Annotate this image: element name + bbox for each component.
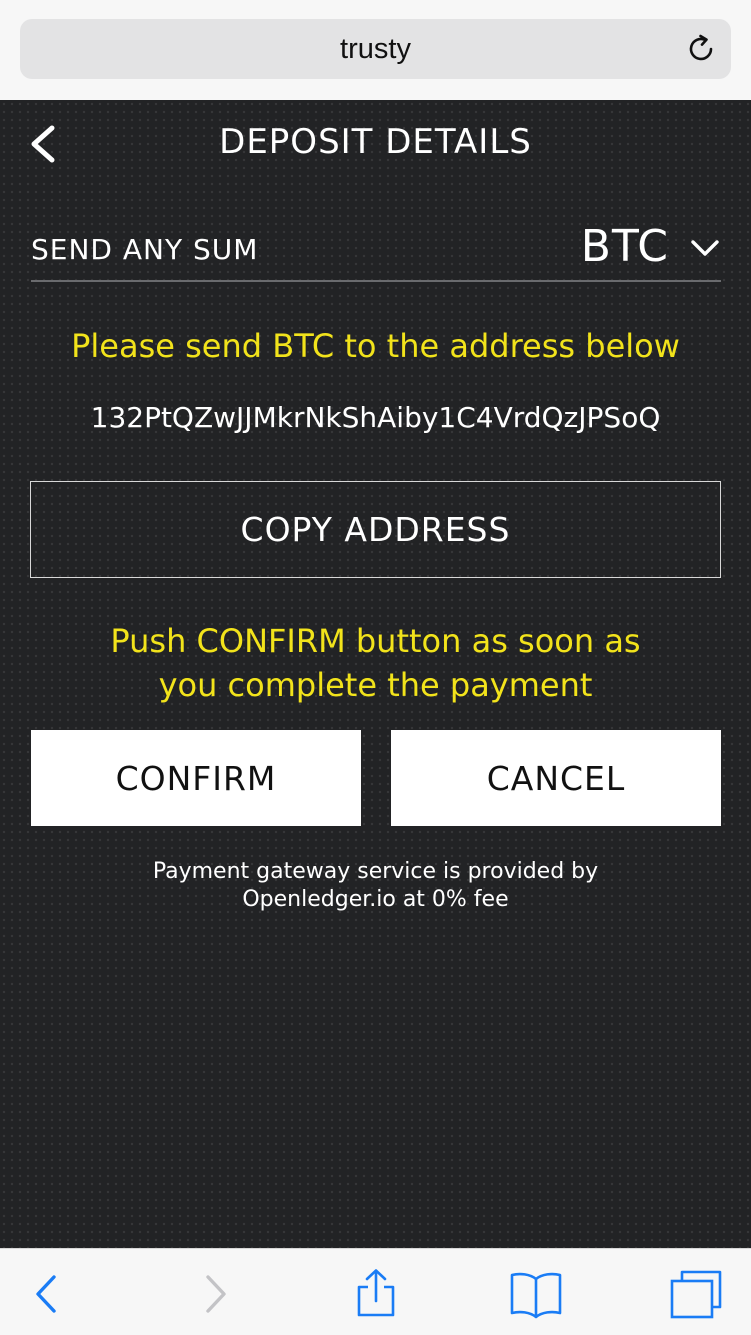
tabs-icon[interactable] — [668, 1269, 724, 1319]
send-sum-label: SEND ANY SUM — [31, 233, 259, 266]
reload-icon[interactable] — [685, 33, 717, 65]
page-title: DEPOSIT DETAILS — [219, 122, 532, 162]
coin-select-value[interactable]: BTC — [581, 220, 669, 274]
confirm-hint-line-2: you complete the payment — [158, 666, 593, 704]
gateway-note: Payment gateway service is provided by O… — [0, 858, 751, 914]
deposit-address: 132PtQZwJJMkrNkShAiby1C4VrdQzJPSoQ — [90, 401, 661, 434]
chevron-down-icon[interactable] — [689, 236, 721, 260]
deposit-screen: DEPOSIT DETAILS SEND ANY SUM BTC Please … — [0, 100, 751, 1248]
bookmarks-icon[interactable] — [508, 1269, 564, 1319]
browser-back-icon[interactable] — [20, 1269, 76, 1319]
confirm-button[interactable]: CONFIRM — [31, 730, 361, 826]
cancel-button[interactable]: CANCEL — [391, 730, 721, 826]
send-instruction: Please send BTC to the address below — [71, 327, 680, 365]
gateway-note-line-2: Openledger.io at 0% fee — [242, 887, 509, 912]
confirm-hint-line-1: Push CONFIRM button as soon as — [110, 622, 641, 660]
coin-selector-row[interactable]: SEND ANY SUM BTC — [31, 218, 721, 282]
browser-toolbar — [0, 1248, 751, 1335]
url-bar[interactable]: trusty — [20, 19, 731, 79]
share-icon[interactable] — [348, 1269, 404, 1319]
copy-address-button[interactable]: COPY ADDRESS — [30, 481, 721, 578]
browser-forward-icon[interactable] — [186, 1269, 242, 1319]
url-label: trusty — [340, 33, 411, 65]
browser-top-bar: trusty — [0, 0, 751, 100]
gateway-note-line-1: Payment gateway service is provided by — [152, 859, 599, 884]
